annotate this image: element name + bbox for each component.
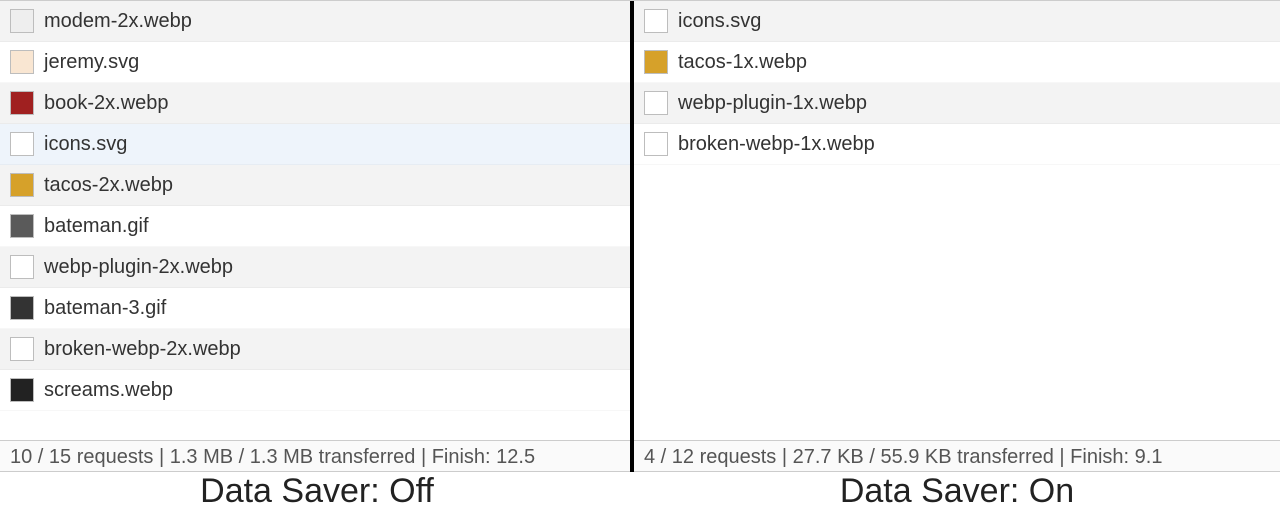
file-icon bbox=[10, 91, 34, 115]
file-name: icons.svg bbox=[678, 10, 761, 33]
file-name: book-2x.webp bbox=[44, 92, 169, 115]
file-icon bbox=[10, 173, 34, 197]
network-panel-left: modem-2x.webp jeremy.svg book-2x.webp icons… bbox=[0, 1, 634, 472]
table-row[interactable]: tacos-2x.webp bbox=[0, 165, 630, 206]
table-row[interactable]: icons.svg bbox=[634, 1, 1280, 42]
table-row[interactable]: broken-webp-2x.webp bbox=[0, 329, 630, 370]
file-icon bbox=[644, 132, 668, 156]
file-name: icons.svg bbox=[44, 133, 127, 156]
file-icon bbox=[10, 296, 34, 320]
file-name: modem-2x.webp bbox=[44, 10, 192, 33]
captions: Data Saver: Off Data Saver: On bbox=[0, 472, 1280, 528]
table-row[interactable]: bateman.gif bbox=[0, 206, 630, 247]
file-list: modem-2x.webp jeremy.svg book-2x.webp icons… bbox=[0, 1, 630, 440]
caption-left: Data Saver: Off bbox=[0, 472, 634, 511]
table-row[interactable]: modem-2x.webp bbox=[0, 1, 630, 42]
file-name: bateman-3.gif bbox=[44, 297, 166, 320]
table-row[interactable]: tacos-1x.webp bbox=[634, 42, 1280, 83]
file-icon bbox=[10, 132, 34, 156]
file-icon bbox=[10, 50, 34, 74]
file-name: bateman.gif bbox=[44, 215, 149, 238]
file-icon bbox=[10, 255, 34, 279]
file-name: webp-plugin-2x.webp bbox=[44, 256, 233, 279]
file-name: tacos-1x.webp bbox=[678, 51, 807, 74]
file-name: jeremy.svg bbox=[44, 51, 139, 74]
table-row[interactable]: bateman-3.gif bbox=[0, 288, 630, 329]
table-row[interactable]: screams.webp bbox=[0, 370, 630, 411]
file-name: screams.webp bbox=[44, 379, 173, 402]
table-row[interactable]: icons.svg bbox=[0, 124, 630, 165]
file-icon bbox=[10, 378, 34, 402]
file-name: tacos-2x.webp bbox=[44, 174, 173, 197]
file-name: webp-plugin-1x.webp bbox=[678, 92, 867, 115]
file-name: broken-webp-2x.webp bbox=[44, 338, 241, 361]
file-icon bbox=[10, 9, 34, 33]
file-icon bbox=[10, 214, 34, 238]
file-list: icons.svg tacos-1x.webp webp-plugin-1x.web… bbox=[634, 1, 1280, 440]
status-bar: 4 / 12 requests | 27.7 KB / 55.9 KB tran… bbox=[634, 440, 1280, 472]
file-icon bbox=[10, 337, 34, 361]
file-icon bbox=[644, 50, 668, 74]
table-row[interactable]: webp-plugin-2x.webp bbox=[0, 247, 630, 288]
table-row[interactable]: book-2x.webp bbox=[0, 83, 630, 124]
table-row[interactable]: webp-plugin-1x.webp bbox=[634, 83, 1280, 124]
table-row[interactable]: jeremy.svg bbox=[0, 42, 630, 83]
table-row[interactable]: broken-webp-1x.webp bbox=[634, 124, 1280, 165]
file-icon bbox=[644, 91, 668, 115]
network-panel-right: icons.svg tacos-1x.webp webp-plugin-1x.web… bbox=[634, 1, 1280, 472]
status-bar: 10 / 15 requests | 1.3 MB / 1.3 MB trans… bbox=[0, 440, 630, 472]
file-icon bbox=[644, 9, 668, 33]
file-name: broken-webp-1x.webp bbox=[678, 133, 875, 156]
caption-right: Data Saver: On bbox=[634, 472, 1280, 511]
